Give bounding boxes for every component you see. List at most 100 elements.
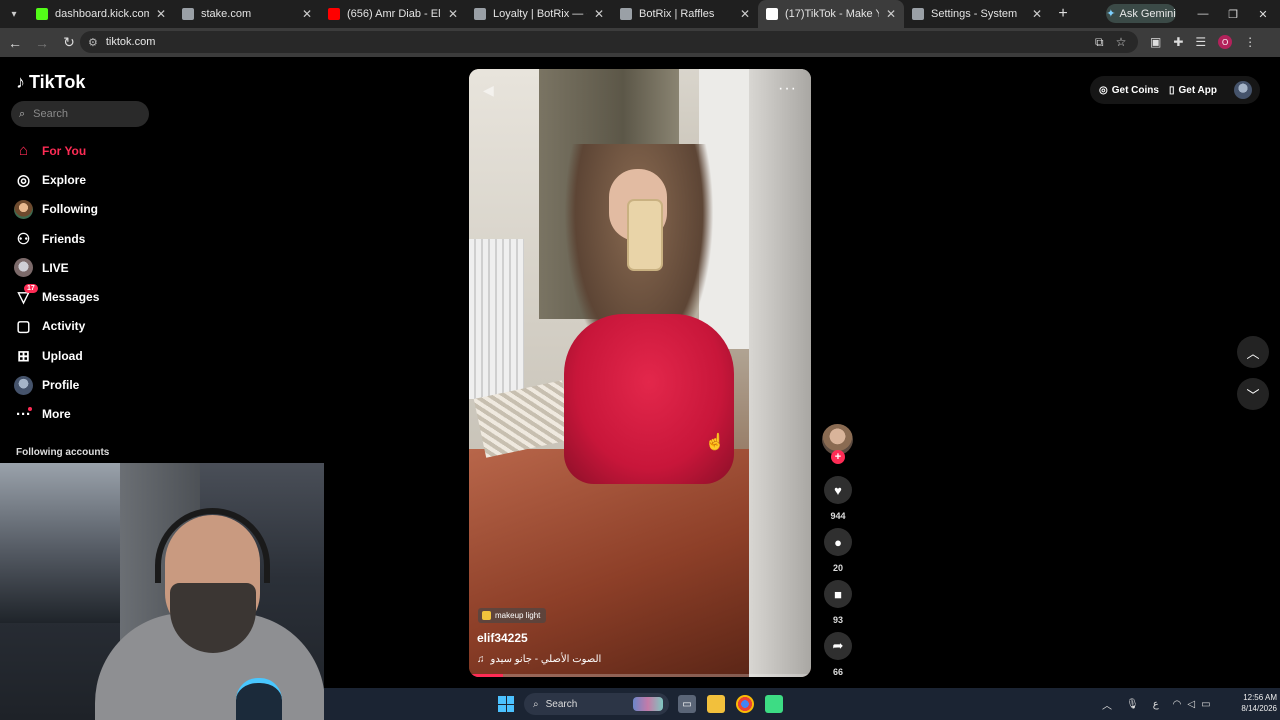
get-coins-button[interactable]: ◎ Get Coins [1099,85,1159,96]
android-app-icon[interactable] [765,695,783,713]
browser-tab[interactable]: Loyalty | BotRix — Cloud St ✕ [466,0,612,28]
bookmark-icon[interactable]: ■ [824,580,852,608]
sidebar-item-for-you[interactable]: ⌂ For You [14,136,154,165]
like-heart-icon[interactable]: ♥ [824,476,852,504]
tab-close-icon[interactable]: ✕ [740,7,750,21]
battery-icon[interactable]: ▭ [1201,699,1210,710]
tiktok-logo-text: TikTok [29,72,86,92]
address-bar[interactable]: ⚙ tiktok.com [80,31,1138,53]
back-button[interactable]: ← [3,31,27,55]
sidebar-item-messages[interactable]: ▽ 17 Messages [14,282,154,311]
tab-close-icon[interactable]: ✕ [886,7,896,21]
sidebar-item-upload[interactable]: ⊞ Upload [14,341,154,370]
extension-icon[interactable]: ▣ [1150,35,1161,49]
taskbar-clock[interactable]: 12:56 AM 8/14/2026 [1227,692,1277,714]
sidebar-item-label: For You [42,143,87,158]
video-phone [627,199,663,271]
browser-menu-icon[interactable]: ⋮ [1244,35,1256,49]
effect-tag[interactable]: makeup light [478,608,547,623]
profile-avatar-icon[interactable]: O [1218,35,1233,49]
taskbar-search[interactable]: ⌕ Search [524,693,669,715]
forward-button[interactable]: → [30,31,54,55]
tiktok-logo[interactable]: ♪ TikTok [16,72,85,93]
close-window-button[interactable]: ✕ [1248,0,1278,28]
volume-icon[interactable]: ◀ [483,82,494,99]
sidebar-item-profile[interactable]: Profile [14,370,154,399]
maximize-button[interactable]: ❐ [1218,0,1248,28]
sidebar-item-following[interactable]: Following [14,195,154,224]
wifi-icon[interactable]: ◠ [1173,699,1182,710]
comment-icon[interactable]: ● [824,528,852,556]
input-language-indicator[interactable]: ع [1153,699,1159,710]
browser-tab[interactable]: Settings - System ✕ [904,0,1050,28]
video-sound[interactable]: ♫ الصوت الأصلي - جانو سيدو [477,654,601,665]
sidebar-item-label: Friends [42,231,86,246]
video-username[interactable]: elif34225 [477,631,528,645]
bookmark-star-icon[interactable]: ☆ [1116,35,1127,49]
follow-plus-icon[interactable]: + [831,450,845,464]
sidebar-item-explore[interactable]: ◎ Explore [14,165,154,194]
get-app-button[interactable]: ▯ Get App [1169,85,1217,96]
following-avatar [14,199,33,219]
minimize-button[interactable]: — [1188,0,1218,28]
comment-count: 20 [832,563,843,573]
save-count: 93 [832,615,843,625]
next-video-button[interactable]: ﹀ [1237,378,1269,410]
windows-start-icon[interactable] [498,696,514,712]
upload-icon: ⊞ [17,347,30,365]
tab-close-icon[interactable]: ✕ [302,7,312,21]
browser-tab[interactable]: BotRix | Raffles ✕ [612,0,758,28]
browser-tab[interactable]: (656) Amr Diab - El Alwan (E ✕ [320,0,466,28]
tab-close-icon[interactable]: ✕ [448,7,458,21]
video-player[interactable]: ◀ ··· makeup light elif34225 ♫ الصوت الأ… [469,69,811,677]
reading-list-icon[interactable]: ☰ [1195,35,1206,49]
tab-close-icon[interactable]: ✕ [594,7,604,21]
browser-tab[interactable]: (17)TikTok - Make Your ✕ [758,0,904,28]
sidebar-item-more[interactable]: ··· More [14,400,154,429]
search-input[interactable]: ⌕ Search [11,101,149,127]
install-app-icon[interactable]: ⧉ [1095,35,1104,50]
sound-label: الصوت الأصلي - جانو سيدو [490,654,602,665]
video-progress-bar[interactable] [469,674,811,677]
activity-icon: ▢ [16,318,31,336]
extensions-puzzle-icon[interactable]: ✚ [1173,35,1183,49]
file-explorer-icon[interactable] [707,695,725,713]
sidebar-item-label: Following [42,202,98,217]
gemini-icon: ✦ [1106,8,1116,20]
settings-icon [912,8,924,20]
ask-gemini-label: Ask Gemini [1119,7,1176,20]
following-accounts-header: Following accounts [16,447,110,458]
home-icon: ⌂ [18,142,29,160]
sidebar-item-live[interactable]: LIVE [14,253,154,282]
reload-button[interactable]: ↻ [57,31,81,55]
coin-icon: ◎ [1099,84,1108,96]
sidebar-item-activity[interactable]: ▢ Activity [14,312,154,341]
browser-tab[interactable]: dashboard.kick.com/stream ✕ [28,0,174,28]
tab-title: stake.com [201,8,252,20]
search-icon: ⌕ [19,107,26,120]
sidebar-item-label: Messages [42,290,100,305]
sidebar-item-friends[interactable]: ⚇ Friends [14,224,154,253]
tray-overflow-icon[interactable]: ︿ [1102,697,1112,712]
microphone-icon[interactable]: 🎙 [1126,699,1139,710]
new-tab-button[interactable]: + [1050,5,1076,23]
video-more-menu-icon[interactable]: ··· [778,80,797,98]
browser-tab[interactable]: stake.com ✕ [174,0,320,28]
task-view-icon[interactable]: ▭ [678,695,696,713]
messages-badge: 17 [24,283,38,293]
site-info-icon[interactable]: ⚙ [88,36,98,49]
tab-close-icon[interactable]: ✕ [156,7,166,21]
previous-video-button[interactable]: ︿ [1237,336,1269,368]
chrome-icon[interactable] [736,695,754,713]
sidebar-item-label: More [42,407,71,422]
tiktok-icon [766,8,778,20]
ask-gemini-button[interactable]: ✦ Ask Gemini [1106,4,1176,23]
effect-label: makeup light [495,611,541,620]
volume-tray-icon[interactable]: ◁ [1187,699,1195,710]
tab-close-icon[interactable]: ✕ [1032,7,1042,21]
get-app-label: Get App [1178,84,1217,96]
share-icon[interactable]: ➦ [824,632,852,660]
friends-icon: ⚇ [16,230,31,248]
user-avatar[interactable] [1234,81,1252,99]
tab-search-icon[interactable]: ▾ [0,0,28,28]
